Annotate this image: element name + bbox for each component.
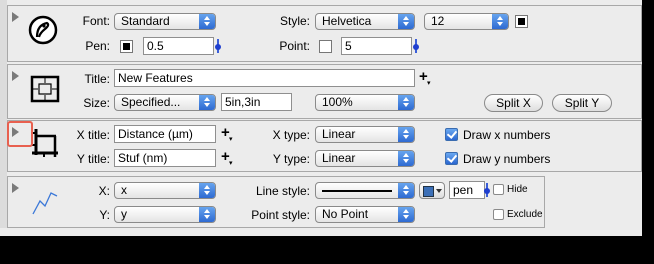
solid-line-icon — [322, 190, 392, 192]
zoom-value: 100% — [322, 95, 353, 109]
font-size-value: 12 — [431, 14, 445, 28]
style-label: Style: — [279, 14, 310, 28]
plot-panel: X: x Line style: pen Hide Y: y Point sty… — [7, 176, 545, 228]
draw-x-numbers-checkbox[interactable] — [445, 128, 458, 141]
font-select[interactable]: Standard — [114, 13, 216, 30]
font-size-select[interactable]: 12 — [424, 13, 509, 30]
pen-color-swatch[interactable] — [120, 40, 133, 53]
frame-icon — [30, 75, 60, 103]
popup-arrow-icon — [199, 183, 215, 198]
y-type-value: Linear — [322, 151, 356, 165]
add-y-title-icon[interactable]: + ▾ — [221, 149, 233, 167]
popup-arrow-icon — [492, 14, 508, 29]
disclosure-triangle-icon[interactable] — [12, 12, 19, 22]
bottom-background — [0, 236, 654, 264]
plot-line-icon — [32, 192, 58, 215]
split-x-button[interactable]: Split X — [484, 94, 543, 112]
popup-arrow-icon — [398, 183, 414, 198]
size-mode-select[interactable]: Specified... — [114, 94, 216, 111]
axes-panel: X title: Distance (µm) + ▾ X type: Linear… — [7, 120, 642, 172]
point-size-slider[interactable] — [413, 39, 419, 53]
hide-label: Hide — [507, 184, 528, 195]
font-label: Font: — [82, 14, 110, 28]
popup-arrow-icon — [199, 207, 215, 222]
line-style-label: Line style: — [255, 184, 310, 198]
popup-arrow-icon — [398, 207, 414, 222]
size-field[interactable]: 5in,3in — [221, 93, 292, 111]
x-column-select[interactable]: x — [114, 182, 216, 199]
pen-slider[interactable] — [484, 183, 490, 197]
point-style-value: No Point — [322, 207, 369, 221]
exclude-checkbox[interactable] — [493, 209, 504, 220]
point-style-label: Point style: — [251, 208, 310, 222]
popup-arrow-icon — [398, 151, 414, 166]
right-background — [642, 0, 654, 264]
point-color-swatch[interactable] — [319, 40, 332, 53]
pen-field[interactable]: pen — [449, 181, 485, 199]
draw-x-numbers-label: Draw x numbers — [463, 128, 551, 142]
font-color-swatch[interactable] — [515, 15, 528, 28]
x-type-value: Linear — [322, 127, 356, 141]
add-title-icon[interactable]: + ▾ — [419, 69, 431, 87]
line-color-swatch — [423, 186, 434, 197]
add-x-title-icon[interactable]: + ▾ — [221, 125, 233, 143]
draw-y-numbers-label: Draw y numbers — [463, 152, 551, 166]
y-title-field[interactable]: Stuf (nm) — [114, 149, 216, 167]
style-select-value: Helvetica — [322, 14, 372, 28]
font-panel: Font: Standard Style: Helvetica 12 Pen: … — [7, 5, 642, 62]
axes-icon — [32, 129, 58, 157]
title-field[interactable]: New Features — [114, 69, 415, 87]
size-label: Size: — [83, 96, 110, 110]
bottom-margin — [0, 228, 654, 236]
size-mode-value: Specified... — [121, 95, 181, 109]
point-label: Point: — [279, 39, 310, 53]
disclosure-triangle-icon[interactable] — [12, 183, 19, 193]
point-size-field[interactable]: 5 — [341, 37, 412, 55]
zoom-select[interactable]: 100% — [315, 94, 415, 111]
y-type-select[interactable]: Linear — [315, 150, 415, 167]
split-y-button[interactable]: Split Y — [552, 94, 612, 112]
x-column-value: x — [121, 183, 127, 197]
popup-arrow-icon — [199, 95, 215, 110]
popup-arrow-icon — [398, 14, 414, 29]
point-style-select[interactable]: No Point — [315, 206, 415, 223]
pen-label: Pen: — [85, 39, 110, 53]
y-title-label: Y title: — [76, 152, 110, 166]
exclude-label: Exclude — [507, 209, 543, 220]
hide-checkbox[interactable] — [493, 184, 504, 195]
left-strip — [0, 0, 7, 236]
popup-arrow-icon — [199, 14, 215, 29]
font-select-value: Standard — [121, 14, 170, 28]
draw-y-numbers-checkbox[interactable] — [445, 152, 458, 165]
line-color-button[interactable] — [419, 182, 445, 199]
pen-width-field[interactable]: 0.5 — [143, 37, 214, 55]
x-type-select[interactable]: Linear — [315, 126, 415, 143]
chevron-down-icon — [436, 189, 442, 193]
popup-arrow-icon — [398, 127, 414, 142]
popup-arrow-icon — [398, 95, 414, 110]
title-label: Title: — [84, 72, 110, 86]
highlight-box — [7, 121, 33, 147]
y-type-label: Y type: — [272, 152, 310, 166]
disclosure-triangle-icon[interactable] — [12, 71, 19, 81]
title-panel: Title: New Features + ▾ Size: Specified..… — [7, 64, 642, 119]
x-title-field[interactable]: Distance (µm) — [114, 125, 216, 143]
y-column-label: Y: — [99, 208, 110, 222]
style-select[interactable]: Helvetica — [315, 13, 415, 30]
x-title-label: X title: — [76, 128, 110, 142]
pen-width-slider[interactable] — [215, 39, 221, 53]
line-style-select[interactable] — [315, 182, 415, 199]
y-column-select[interactable]: y — [114, 206, 216, 223]
x-column-label: X: — [98, 184, 110, 198]
x-type-label: X type: — [272, 128, 310, 142]
font-icon — [28, 15, 58, 45]
y-column-value: y — [121, 207, 127, 221]
